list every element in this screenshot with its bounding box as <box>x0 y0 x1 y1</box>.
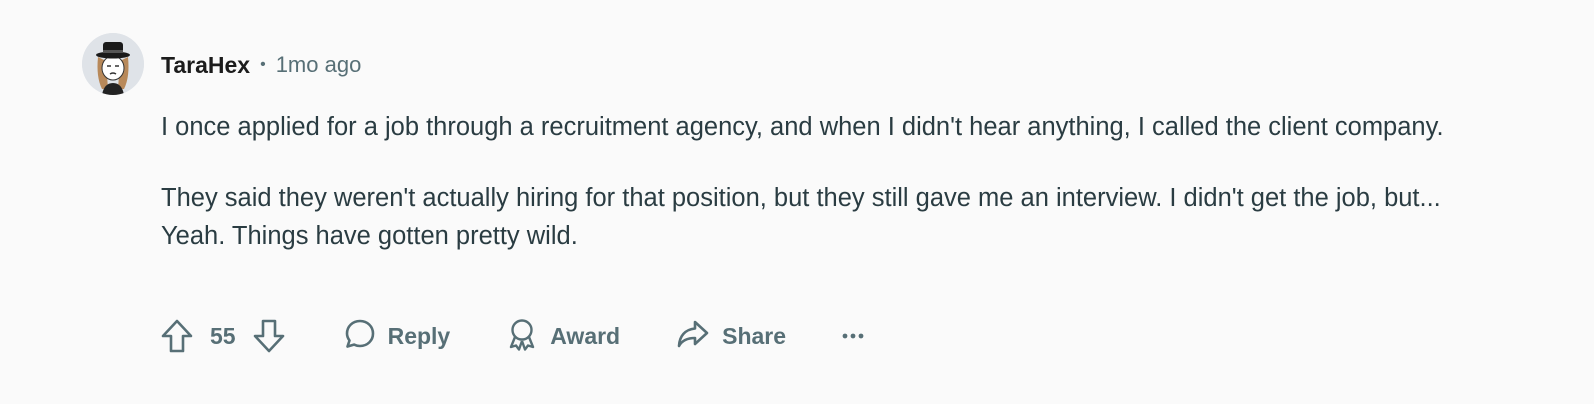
reply-icon <box>344 318 376 355</box>
comment-paragraph: They said they weren't actually hiring f… <box>161 184 1441 250</box>
reply-button[interactable]: Reply <box>344 318 451 355</box>
action-bar: 55 Reply Award Share <box>160 314 864 358</box>
comment-body: I once applied for a job through a recru… <box>161 108 1501 288</box>
award-button[interactable]: Award <box>506 317 620 356</box>
reply-label: Reply <box>387 322 451 349</box>
share-icon <box>676 318 710 355</box>
more-options-button[interactable] <box>842 327 864 345</box>
comment-card: TaraHex • 1mo ago I once applied for a j… <box>0 0 1594 404</box>
vote-group: 55 <box>160 318 286 354</box>
timestamp[interactable]: 1mo ago <box>276 52 362 78</box>
username[interactable]: TaraHex <box>161 52 250 79</box>
more-icon <box>842 327 864 345</box>
award-icon <box>506 317 538 356</box>
comment-paragraph: I once applied for a job through a recru… <box>161 113 1444 141</box>
avatar-image <box>82 33 144 95</box>
award-label: Award <box>550 322 621 349</box>
comment-meta: TaraHex • 1mo ago <box>161 48 361 82</box>
share-button[interactable]: Share <box>676 318 786 355</box>
share-label: Share <box>722 322 787 349</box>
meta-separator: • <box>260 56 266 73</box>
avatar[interactable] <box>82 33 144 95</box>
upvote-icon[interactable] <box>160 318 194 354</box>
vote-count: 55 <box>210 322 236 349</box>
downvote-icon[interactable] <box>252 318 286 354</box>
